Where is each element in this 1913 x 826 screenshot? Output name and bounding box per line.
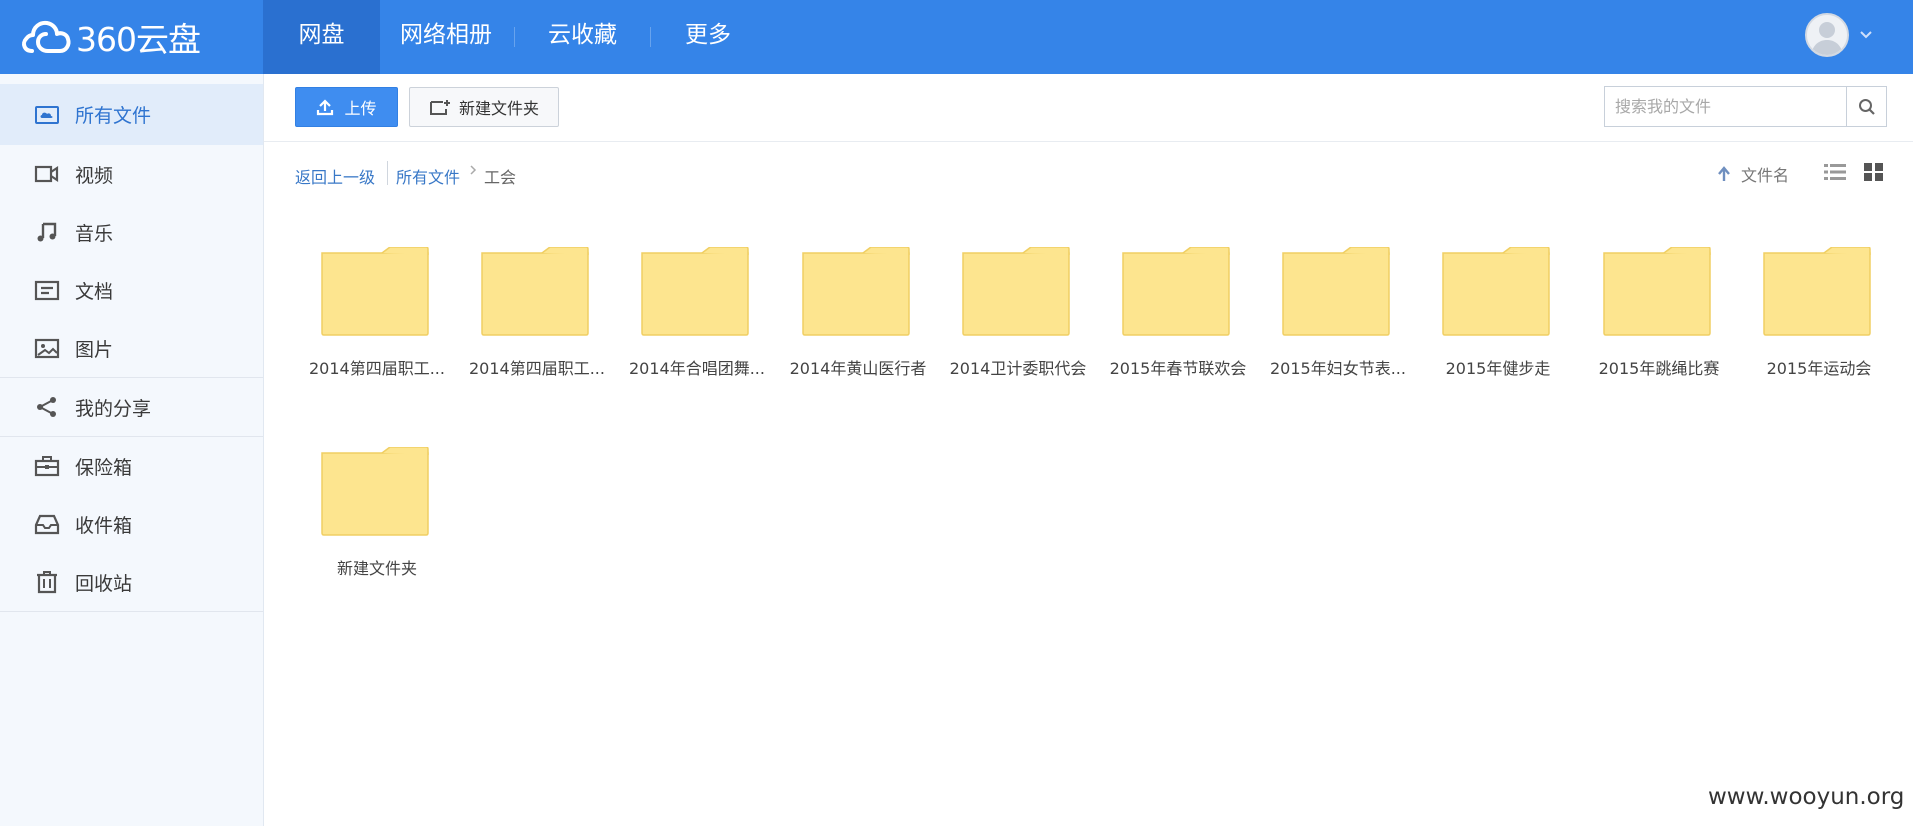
sidebar-item-images[interactable]: 图片 bbox=[0, 319, 263, 377]
folder-icon bbox=[1122, 247, 1230, 336]
list-view-button[interactable] bbox=[1824, 162, 1846, 186]
cloud-logo-icon bbox=[22, 20, 71, 53]
cloud-drive-icon bbox=[33, 101, 61, 129]
sort-by-name[interactable]: 文件名 bbox=[1717, 162, 1789, 186]
sort-label: 文件名 bbox=[1741, 166, 1790, 185]
document-icon bbox=[33, 276, 61, 304]
folder-item[interactable]: 2014年合唱团舞... bbox=[622, 247, 772, 417]
user-avatar-icon bbox=[1807, 15, 1847, 55]
toolbar: 上传 新建文件夹 bbox=[264, 74, 1913, 142]
folder-icon bbox=[1763, 247, 1871, 336]
folder-item[interactable]: 2014卫计委职代会 bbox=[943, 247, 1093, 417]
folder-item[interactable]: 2015年跳绳比赛 bbox=[1584, 247, 1734, 417]
sidebar-item-label: 音乐 bbox=[75, 222, 114, 245]
sidebar-item-my-share[interactable]: 我的分享 bbox=[0, 378, 263, 436]
search-button[interactable] bbox=[1846, 87, 1886, 126]
folder-name: 2015年健步走 bbox=[1445, 359, 1551, 378]
safe-icon bbox=[33, 452, 61, 480]
sidebar-divider bbox=[0, 611, 263, 612]
sidebar-item-documents[interactable]: 文档 bbox=[0, 261, 263, 319]
folder-name: 2015年妇女节表... bbox=[1270, 359, 1406, 378]
search-box bbox=[1604, 86, 1887, 127]
folder-name: 新建文件夹 bbox=[336, 559, 417, 578]
breadcrumb-current: 工会 bbox=[484, 168, 517, 187]
list-view-icon bbox=[1824, 164, 1846, 180]
folder-icon bbox=[962, 247, 1070, 336]
search-icon bbox=[1858, 98, 1875, 115]
new-folder-button-label: 新建文件夹 bbox=[458, 99, 539, 118]
folder-icon bbox=[1603, 247, 1711, 336]
nav-item-drive[interactable]: 网盘 bbox=[263, 0, 380, 74]
folder-name: 2015年春节联欢会 bbox=[1109, 359, 1247, 378]
folder-icon bbox=[641, 247, 749, 336]
folder-icon bbox=[321, 247, 429, 336]
sidebar-item-inbox[interactable]: 收件箱 bbox=[0, 495, 263, 553]
sidebar-item-music[interactable]: 音乐 bbox=[0, 203, 263, 261]
folder-item[interactable]: 2014年黄山医行者 bbox=[783, 247, 933, 417]
breadcrumb-back[interactable]: 返回上一级 bbox=[295, 164, 375, 188]
sidebar-item-label: 文档 bbox=[75, 280, 114, 303]
trash-icon bbox=[33, 568, 61, 596]
app-logo-text: 360云盘 bbox=[76, 20, 201, 59]
upload-icon bbox=[317, 99, 334, 116]
upload-button-label: 上传 bbox=[344, 99, 377, 118]
app-logo[interactable]: 360云盘 bbox=[20, 14, 201, 60]
chevron-down-icon[interactable] bbox=[1859, 28, 1873, 44]
folder-name: 2014第四届职工... bbox=[309, 359, 445, 378]
folder-item[interactable]: 2015年春节联欢会 bbox=[1103, 247, 1253, 417]
folder-icon bbox=[802, 247, 910, 336]
folder-item[interactable]: 2015年运动会 bbox=[1744, 247, 1894, 417]
avatar[interactable] bbox=[1805, 13, 1849, 57]
folder-name: 2014第四届职工... bbox=[469, 359, 605, 378]
folder-icon bbox=[481, 247, 589, 336]
folder-item[interactable]: 2014第四届职工... bbox=[462, 247, 612, 417]
sidebar: 所有文件 视频 音乐 文档 图片 我的分享 保险箱 收件箱 回收站 bbox=[0, 74, 264, 826]
grid-view-icon bbox=[1864, 163, 1883, 181]
image-icon bbox=[33, 334, 61, 362]
upload-button[interactable]: 上传 bbox=[295, 87, 398, 127]
inbox-icon bbox=[33, 510, 61, 538]
grid-view-button[interactable] bbox=[1864, 162, 1884, 186]
sidebar-item-label: 回收站 bbox=[75, 572, 133, 595]
sidebar-item-label: 图片 bbox=[75, 338, 114, 361]
new-folder-icon bbox=[429, 100, 450, 115]
sidebar-item-label: 我的分享 bbox=[75, 397, 152, 420]
main-nav: 网盘 网络相册 云收藏 更多 bbox=[263, 0, 764, 74]
folder-icon bbox=[321, 447, 429, 536]
folder-name: 2014年合唱团舞... bbox=[629, 359, 765, 378]
breadcrumb-all-files[interactable]: 所有文件 bbox=[396, 164, 460, 188]
folder-name: 2015年运动会 bbox=[1766, 359, 1872, 378]
folder-item[interactable]: 2015年妇女节表... bbox=[1263, 247, 1413, 417]
sidebar-item-video[interactable]: 视频 bbox=[0, 145, 263, 203]
music-icon bbox=[33, 218, 61, 246]
sidebar-item-label: 所有文件 bbox=[75, 105, 152, 127]
folder-icon bbox=[1282, 247, 1390, 336]
folder-icon bbox=[1442, 247, 1550, 336]
sidebar-item-label: 保险箱 bbox=[75, 456, 133, 479]
folder-item[interactable]: 新建文件夹 bbox=[302, 447, 452, 617]
nav-item-favorites[interactable]: 云收藏 bbox=[515, 0, 650, 74]
folder-item[interactable]: 2014第四届职工... bbox=[302, 247, 452, 417]
top-bar: 360云盘 网盘 网络相册 云收藏 更多 bbox=[0, 0, 1913, 74]
sidebar-item-label: 收件箱 bbox=[75, 514, 133, 537]
new-folder-button[interactable]: 新建文件夹 bbox=[409, 87, 559, 127]
chevron-right-icon bbox=[469, 164, 477, 180]
sidebar-item-label: 视频 bbox=[75, 164, 114, 187]
folder-name: 2015年跳绳比赛 bbox=[1598, 359, 1720, 378]
nav-item-more[interactable]: 更多 bbox=[651, 0, 764, 74]
search-input[interactable] bbox=[1605, 87, 1847, 126]
video-icon bbox=[33, 160, 61, 188]
sidebar-item-safe-box[interactable]: 保险箱 bbox=[0, 437, 263, 495]
folder-name: 2014年黄山医行者 bbox=[789, 359, 927, 378]
folder-name: 2014卫计委职代会 bbox=[949, 359, 1087, 378]
nav-item-photo-album[interactable]: 网络相册 bbox=[380, 0, 514, 74]
sidebar-item-all-files[interactable]: 所有文件 bbox=[0, 84, 263, 145]
sort-arrow-up-icon bbox=[1718, 166, 1730, 181]
sidebar-item-recycle-bin[interactable]: 回收站 bbox=[0, 553, 263, 611]
breadcrumb: 返回上一级 所有文件 工会 文件名 bbox=[264, 142, 1913, 204]
breadcrumb-divider bbox=[387, 161, 388, 185]
share-icon bbox=[33, 393, 61, 421]
watermark-text: www.wooyun.org bbox=[1708, 784, 1905, 810]
folder-item[interactable]: 2015年健步走 bbox=[1423, 247, 1573, 417]
